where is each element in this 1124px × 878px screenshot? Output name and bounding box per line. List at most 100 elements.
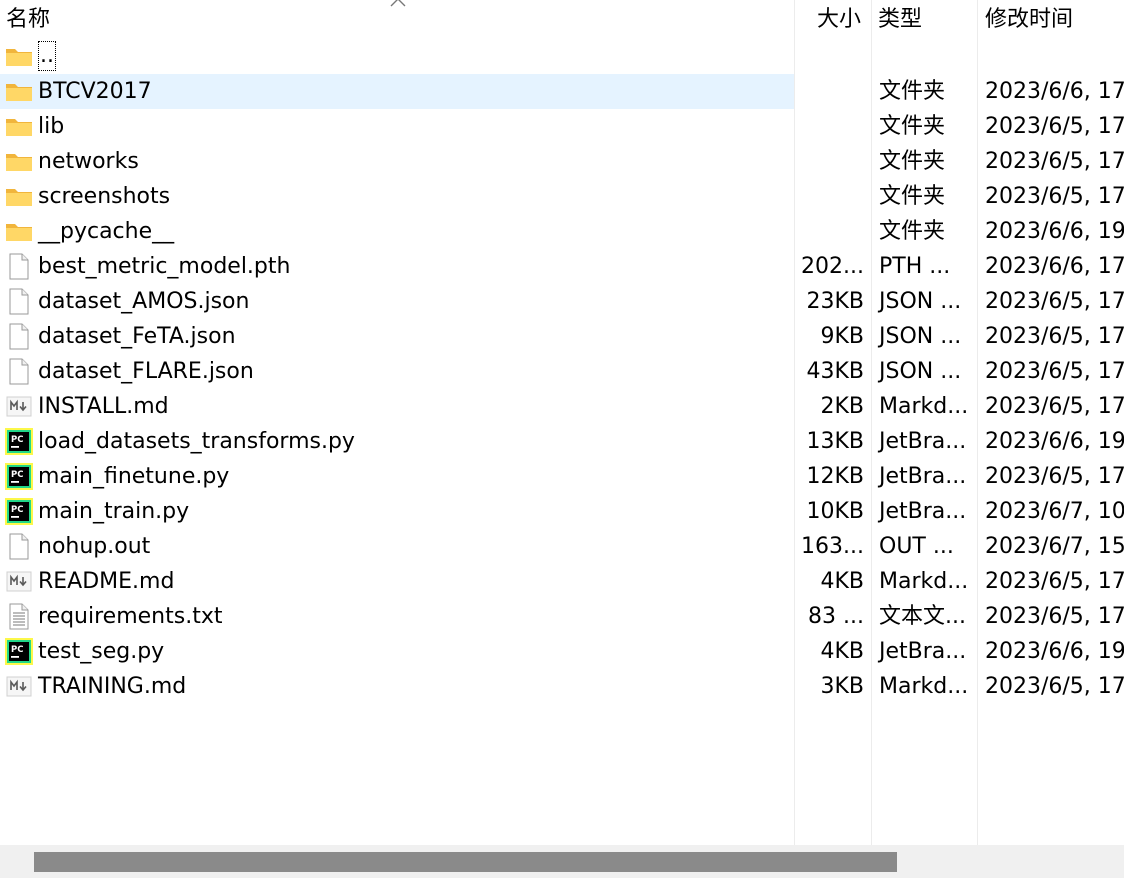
file-row[interactable]: BTCV2017 文件夹 2023/6/6, 17 [0, 74, 1124, 109]
file-name: test_seg.py [38, 639, 165, 664]
folder-icon [5, 78, 33, 105]
file-size: 13KB [806, 429, 864, 454]
file-name: INSTALL.md [38, 394, 169, 419]
file-icon [5, 323, 33, 350]
file-size: 163... [801, 534, 864, 559]
file-name: .. [38, 41, 56, 71]
folder-icon [5, 148, 33, 175]
column-header-bar: 名称 大小 类型 修改时间 [0, 0, 1124, 40]
file-row[interactable]: PC load_datasets_transforms.py 13KB JetBra.… [0, 424, 1124, 459]
file-name: screenshots [38, 184, 171, 209]
file-type: JSON ... [879, 359, 962, 384]
pycharm-icon: PC [5, 428, 33, 455]
file-name: dataset_FLARE.json [38, 359, 254, 384]
file-modified-date: 2023/6/7, 15 [985, 534, 1124, 559]
file-name: BTCV2017 [38, 79, 152, 104]
file-row[interactable]: README.md 4KB Markd... 2023/6/5, 17 [0, 564, 1124, 599]
file-type: 文件夹 [879, 149, 946, 174]
file-size: 2KB [820, 394, 864, 419]
file-name: dataset_FeTA.json [38, 324, 236, 349]
sort-ascending-icon [390, 0, 406, 7]
file-modified-date: 2023/6/5, 17 [985, 569, 1124, 594]
file-size: 4KB [820, 639, 864, 664]
text-file-icon [5, 603, 33, 630]
file-type: JetBra... [879, 429, 967, 454]
column-header-name[interactable]: 名称 [6, 0, 50, 40]
file-name: lib [38, 114, 65, 139]
file-size: 12KB [806, 464, 864, 489]
markdown-icon [5, 673, 33, 700]
file-modified-date: 2023/6/6, 17 [985, 254, 1124, 279]
file-modified-date: 2023/6/5, 17 [985, 359, 1124, 384]
file-modified-date: 2023/6/5, 17 [985, 604, 1124, 629]
file-list-pane: 名称 大小 类型 修改时间 .. BTCV2017 文件夹 2023/6/6, 17 l… [0, 0, 1124, 878]
file-modified-date: 2023/6/6, 19 [985, 639, 1124, 664]
file-name: nohup.out [38, 534, 151, 559]
file-size: 9KB [820, 324, 864, 349]
folder-icon [5, 218, 33, 245]
file-row[interactable]: dataset_FeTA.json 9KB JSON ... 2023/6/5, 17 [0, 319, 1124, 354]
file-row[interactable]: networks 文件夹 2023/6/5, 17 [0, 144, 1124, 179]
file-row[interactable]: lib 文件夹 2023/6/5, 17 [0, 109, 1124, 144]
file-modified-date: 2023/6/7, 10 [985, 499, 1124, 524]
file-size: 23KB [806, 289, 864, 314]
file-modified-date: 2023/6/5, 17 [985, 394, 1124, 419]
file-type: JetBra... [879, 464, 967, 489]
file-modified-date: 2023/6/5, 17 [985, 289, 1124, 314]
file-size: 43KB [806, 359, 864, 384]
file-row[interactable]: INSTALL.md 2KB Markd... 2023/6/5, 17 [0, 389, 1124, 424]
file-type: OUT ... [879, 534, 954, 559]
horizontal-scrollbar[interactable] [0, 845, 1124, 878]
file-row[interactable]: PC main_train.py 10KB JetBra... 2023/6/7, 10 [0, 494, 1124, 529]
file-icon [5, 288, 33, 315]
file-type: 文件夹 [879, 114, 946, 139]
file-modified-date: 2023/6/5, 17 [985, 114, 1124, 139]
pycharm-icon: PC [5, 638, 33, 665]
column-header-type[interactable]: 类型 [878, 0, 922, 40]
file-row[interactable]: best_metric_model.pth 202... PTH ... 2023/6… [0, 249, 1124, 284]
file-name: dataset_AMOS.json [38, 289, 250, 314]
file-name: __pycache__ [38, 219, 175, 244]
file-row[interactable]: TRAINING.md 3KB Markd... 2023/6/5, 17 [0, 669, 1124, 704]
file-type: 文件夹 [879, 79, 946, 104]
file-name: README.md [38, 569, 175, 594]
svg-text:PC: PC [11, 435, 23, 445]
file-type: Markd... [879, 569, 969, 594]
pycharm-icon: PC [5, 463, 33, 490]
column-header-size[interactable]: 大小 [817, 0, 861, 40]
file-type: Markd... [879, 674, 969, 699]
file-name: best_metric_model.pth [38, 254, 291, 279]
file-row[interactable]: dataset_FLARE.json 43KB JSON ... 2023/6/5, … [0, 354, 1124, 389]
file-modified-date: 2023/6/6, 17 [985, 79, 1124, 104]
file-name: main_finetune.py [38, 464, 230, 489]
file-size: 202... [801, 254, 864, 279]
file-row[interactable]: screenshots 文件夹 2023/6/5, 17 [0, 179, 1124, 214]
file-name: TRAINING.md [38, 674, 187, 699]
file-modified-date: 2023/6/6, 19 [985, 429, 1124, 454]
file-row[interactable]: requirements.txt 83 ... 文本文... 2023/6/5, 17 [0, 599, 1124, 634]
file-icon [5, 358, 33, 385]
file-row[interactable]: nohup.out 163... OUT ... 2023/6/7, 15 [0, 529, 1124, 564]
file-row[interactable]: dataset_AMOS.json 23KB JSON ... 2023/6/5, 1… [0, 284, 1124, 319]
scrollbar-thumb[interactable] [34, 852, 897, 872]
file-row[interactable]: __pycache__ 文件夹 2023/6/6, 19 [0, 214, 1124, 249]
file-row[interactable]: PC main_finetune.py 12KB JetBra... 2023/6/5,… [0, 459, 1124, 494]
markdown-icon [5, 568, 33, 595]
file-row[interactable]: PC test_seg.py 4KB JetBra... 2023/6/6, 19 [0, 634, 1124, 669]
file-type: JSON ... [879, 289, 962, 314]
file-size: 4KB [820, 569, 864, 594]
file-row[interactable]: .. [0, 39, 1124, 74]
column-header-modified[interactable]: 修改时间 [985, 0, 1073, 40]
file-type: JetBra... [879, 499, 967, 524]
file-size: 83 ... [808, 604, 864, 629]
file-list: .. BTCV2017 文件夹 2023/6/6, 17 lib 文件夹 2023/6/5,… [0, 39, 1124, 704]
file-type: JSON ... [879, 324, 962, 349]
file-modified-date: 2023/6/5, 17 [985, 324, 1124, 349]
file-type: 文本文... [879, 604, 966, 629]
file-type: 文件夹 [879, 184, 946, 209]
file-modified-date: 2023/6/5, 17 [985, 184, 1124, 209]
pycharm-icon: PC [5, 498, 33, 525]
folder-icon [5, 183, 33, 210]
file-type: 文件夹 [879, 219, 946, 244]
svg-text:PC: PC [11, 470, 23, 480]
